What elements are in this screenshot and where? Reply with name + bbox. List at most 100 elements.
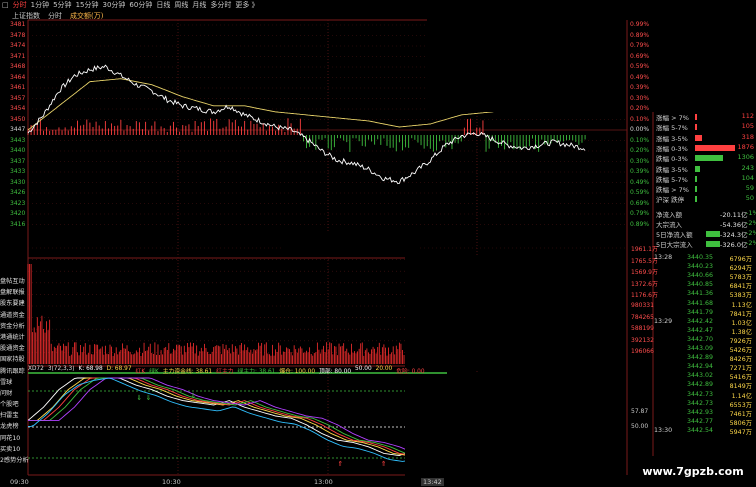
flow-pct: -2% bbox=[746, 219, 756, 227]
tick-row: 3442.73 6553万 bbox=[654, 400, 754, 409]
tick-volume: 5416万 bbox=[729, 374, 752, 382]
breadth-label: 涨幅 0-3% bbox=[656, 144, 688, 153]
side-menu-item[interactable]: 港通统计 bbox=[0, 332, 28, 343]
flow-pct: -2% bbox=[746, 239, 756, 247]
tick-row: 13:28 3440.35 6796万 bbox=[654, 254, 754, 263]
tick-price: 3443.09 bbox=[687, 345, 714, 352]
tick-price: 3442.70 bbox=[687, 335, 714, 343]
pct-tick: 0.39% bbox=[630, 168, 650, 175]
osc-name[interactable]: XD72 bbox=[28, 366, 44, 374]
flow-value: -324.3亿 bbox=[720, 231, 748, 239]
osc-k: K: 68.98 bbox=[78, 366, 103, 372]
pct-tick: 0.99% bbox=[630, 21, 650, 28]
tick-row: 3441.68 1.13亿 bbox=[654, 300, 754, 309]
tick-volume: 6841万 bbox=[729, 283, 752, 291]
pct-tick: 0.79% bbox=[630, 42, 650, 49]
tick-price: 3442.47 bbox=[687, 326, 714, 334]
blank-panel bbox=[405, 374, 627, 487]
side-menu-item[interactable]: 雪球 bbox=[0, 377, 28, 388]
tick-volume: 8426万 bbox=[729, 356, 752, 364]
side-menu-item[interactable]: 通道资金 bbox=[0, 310, 28, 321]
sell-signal-icon: ⇓ bbox=[146, 394, 152, 402]
breadth-row: 涨幅 3-5% 318 bbox=[654, 133, 754, 143]
breadth-bar bbox=[695, 175, 698, 182]
site-watermark: www.7gpzb.com bbox=[630, 456, 756, 487]
side-menu-item[interactable]: 同花10 bbox=[0, 433, 28, 444]
blank-panel bbox=[283, 231, 417, 257]
price-tick: 3450 bbox=[10, 115, 26, 123]
tick-volume: 5947万 bbox=[729, 428, 752, 436]
tick-row: 3443.02 5416万 bbox=[654, 372, 754, 381]
side-menu-item[interactable]: 腾讯跟踪 bbox=[0, 366, 28, 377]
tick-price: 3441.68 bbox=[687, 299, 714, 307]
breadth-bar bbox=[695, 124, 698, 131]
side-menu-item[interactable]: 2感势分析 bbox=[0, 455, 29, 466]
tick-row: 3442.94 7271万 bbox=[654, 363, 754, 372]
tick-volume: 7926万 bbox=[729, 337, 752, 345]
tick-volume: 8149万 bbox=[729, 383, 752, 391]
tick-volume: 1.03亿 bbox=[731, 319, 752, 327]
flow-bar bbox=[706, 241, 720, 247]
breadth-bar bbox=[695, 134, 702, 141]
side-menu-item[interactable]: 龙虎榜 bbox=[0, 421, 28, 432]
price-tick: 3443 bbox=[10, 136, 26, 144]
tick-time: 13:29 bbox=[654, 317, 673, 325]
osc-green: 绿K bbox=[149, 369, 159, 375]
breadth-row: 沪深 跌停 50 bbox=[654, 194, 754, 204]
breadth-label: 跌幅 0-3% bbox=[656, 155, 688, 164]
flow-value: -20.11亿 bbox=[720, 211, 748, 219]
sell-signal-icon: ⇓ bbox=[190, 392, 196, 400]
osc-params: 3(72,3,3) bbox=[47, 366, 75, 372]
flow-label: 5日大宗流入 bbox=[656, 241, 693, 249]
osc-main-green: 绿主力: 38.61 bbox=[237, 369, 276, 375]
side-menu-item[interactable]: 盘帖互动 bbox=[0, 276, 28, 287]
price-tick: 3468 bbox=[10, 63, 26, 70]
breadth-row: 跌幅 5-7% 104 bbox=[654, 174, 754, 184]
pct-tick: 0.69% bbox=[630, 52, 650, 60]
side-menu-item[interactable]: 扫雷宝 bbox=[0, 410, 28, 421]
side-menu-item[interactable]: 盘解联报 bbox=[0, 287, 28, 298]
osc-main-fund: 主力资金线: 38.61 bbox=[162, 369, 213, 375]
tick-row: 3442.93 7461万 bbox=[654, 409, 754, 418]
volume-tick: 588199 bbox=[631, 325, 654, 333]
breadth-value: 112 bbox=[741, 112, 754, 120]
side-menu-item[interactable]: 股通资金 bbox=[0, 343, 28, 354]
breadth-bar bbox=[695, 144, 735, 151]
buy-signal-icon: ⇑ bbox=[381, 460, 387, 468]
flow-label: 5日净流入额 bbox=[656, 231, 693, 239]
price-tick: 3420 bbox=[10, 210, 26, 217]
tick-price: 3442.94 bbox=[687, 363, 714, 371]
price-tick: 3437 bbox=[10, 157, 26, 165]
tick-time: 13:30 bbox=[654, 426, 673, 434]
flow-row: 5日净流入额 -324.3亿-2% bbox=[654, 229, 756, 239]
breadth-row: 涨幅 0-3% 1876 bbox=[654, 143, 754, 153]
side-menu-item[interactable]: 问财 bbox=[0, 388, 28, 399]
breadth-label: 跌幅 3-5% bbox=[656, 165, 688, 174]
price-tick: 3471 bbox=[10, 52, 26, 60]
price-tick: 3440 bbox=[10, 147, 26, 154]
breadth-value: 104 bbox=[741, 173, 754, 182]
flow-bar bbox=[706, 231, 720, 237]
side-menu-item[interactable]: 国家持股 bbox=[0, 354, 28, 365]
tick-price: 3442.42 bbox=[687, 317, 714, 325]
flow-pct: -2% bbox=[746, 229, 756, 237]
side-menu-item[interactable]: 买卖10 bbox=[0, 444, 28, 455]
tick-price: 3442.93 bbox=[687, 408, 714, 416]
osc-axis-mid: 50.00 bbox=[631, 423, 649, 430]
price-tick: 3430 bbox=[10, 178, 26, 186]
breadth-value: 59 bbox=[745, 184, 754, 193]
side-menu-item[interactable]: 股东要建 bbox=[0, 298, 28, 309]
breadth-label: 跌幅 > 7% bbox=[656, 186, 689, 195]
flow-label: 大宗流入 bbox=[656, 221, 682, 229]
breadth-bar bbox=[695, 155, 723, 162]
side-menu-item[interactable]: 个股吧 bbox=[0, 399, 28, 410]
side-menu-item[interactable]: 资金分析 bbox=[0, 321, 28, 332]
breadth-label: 涨幅 3-5% bbox=[656, 134, 688, 143]
breadth-value: 50 bbox=[745, 194, 754, 203]
breadth-bar bbox=[695, 196, 697, 203]
tick-price: 3442.77 bbox=[687, 417, 714, 425]
tick-row: 3440.23 6294万 bbox=[654, 263, 754, 272]
flow-value: -326.0亿 bbox=[720, 241, 748, 249]
pct-tick: 0.20% bbox=[630, 147, 650, 154]
sell-signal-icon: ⇓ bbox=[136, 394, 142, 402]
